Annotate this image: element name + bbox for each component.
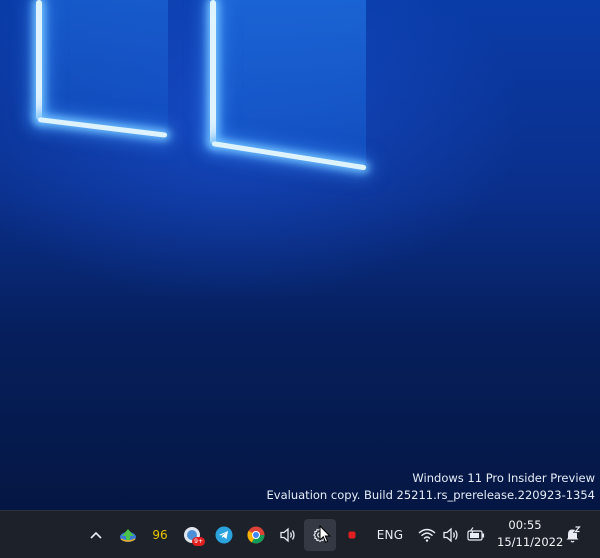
language-label: ENG bbox=[376, 528, 404, 542]
notification-badge: 9+ bbox=[192, 537, 205, 546]
red-dot-icon bbox=[347, 530, 357, 540]
language-switcher[interactable]: ENG bbox=[372, 519, 408, 551]
wifi-icon bbox=[418, 528, 436, 542]
wallpaper-pane-right bbox=[214, 0, 366, 166]
clock-date: 15/11/2022 bbox=[497, 535, 564, 549]
wallpaper-glow-left-vertical bbox=[36, 0, 42, 120]
battery-icon bbox=[466, 527, 486, 543]
desktop-wallpaper: Windows 11 Pro Insider Preview Evaluatio… bbox=[0, 0, 600, 558]
recording-tray-button[interactable] bbox=[340, 519, 364, 551]
green-arrow-icon bbox=[119, 527, 137, 543]
speaker-icon bbox=[279, 527, 297, 543]
chrome-icon bbox=[247, 526, 265, 544]
volume-mixer-button[interactable] bbox=[276, 519, 300, 551]
evaluation-watermark: Windows 11 Pro Insider Preview Evaluatio… bbox=[267, 470, 595, 504]
mouse-cursor-icon bbox=[319, 525, 331, 544]
notification-bell-icon bbox=[564, 526, 582, 544]
taskbar: 96 9+ ENG 00:55 15/11/2022 bbox=[0, 510, 600, 558]
quick-settings-button[interactable] bbox=[414, 519, 490, 551]
notification-center-button[interactable] bbox=[560, 519, 586, 551]
watermark-edition: Windows 11 Pro Insider Preview bbox=[412, 471, 595, 485]
chrome-tray-button[interactable] bbox=[244, 519, 268, 551]
temperature-value: 96 bbox=[152, 528, 168, 542]
telegram-icon bbox=[215, 526, 233, 544]
show-hidden-icons-button[interactable] bbox=[84, 519, 108, 551]
temperature-indicator[interactable]: 96 bbox=[148, 519, 172, 551]
telegram-tray-button[interactable] bbox=[212, 519, 236, 551]
watermark-build: Evaluation copy. Build 25211.rs_prerelea… bbox=[266, 488, 595, 502]
wallpaper-glow-right-vertical bbox=[210, 0, 216, 144]
idm-tray-button[interactable] bbox=[116, 519, 140, 551]
clock-time: 00:55 bbox=[508, 518, 542, 532]
wallpaper-pane-left bbox=[40, 0, 168, 136]
chevron-up-icon bbox=[90, 531, 102, 539]
chrome-badge-icon: 9+ bbox=[183, 526, 205, 546]
chrome-notification-button[interactable]: 9+ bbox=[180, 519, 205, 551]
clock[interactable]: 00:55 15/11/2022 bbox=[497, 517, 564, 551]
volume-icon bbox=[442, 527, 460, 543]
